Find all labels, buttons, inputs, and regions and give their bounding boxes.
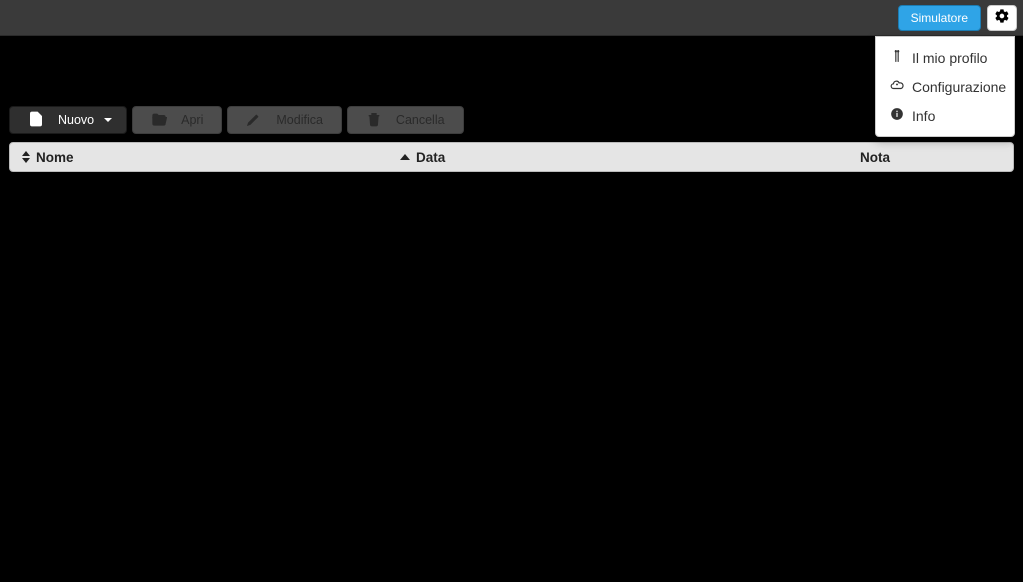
column-header-date[interactable]: Data (400, 150, 860, 165)
new-button-label: Nuovo (58, 113, 94, 127)
gears-icon (994, 8, 1010, 27)
column-header-label: Nota (860, 150, 890, 165)
column-header-label: Data (416, 150, 445, 165)
dropdown-item-label: Info (912, 108, 935, 124)
pencil-icon (246, 111, 262, 130)
spacer (0, 36, 1023, 96)
action-toolbar: Nuovo Apri Modifica Cancella (0, 96, 1023, 142)
dropdown-item-label: Il mio profilo (912, 50, 987, 66)
trash-icon (366, 111, 382, 130)
edit-button-label: Modifica (276, 113, 323, 127)
new-button[interactable]: Nuovo (9, 106, 127, 134)
delete-button[interactable]: Cancella (347, 106, 464, 134)
new-file-icon (28, 111, 44, 130)
table-header-row: Nome Data Nota (9, 142, 1014, 172)
table-body-empty (9, 172, 1014, 572)
delete-button-label: Cancella (396, 113, 445, 127)
column-header-label: Nome (36, 150, 74, 165)
top-bar: Simulatore (0, 0, 1023, 36)
sort-both-icon (22, 151, 30, 163)
settings-menu-button[interactable] (987, 5, 1017, 31)
dropdown-item-profile[interactable]: Il mio profilo (876, 43, 1014, 72)
column-header-note[interactable]: Nota (860, 150, 1013, 165)
open-button[interactable]: Apri (132, 106, 222, 134)
chevron-down-icon (104, 118, 112, 122)
dropdown-item-label: Configurazione (912, 79, 1006, 95)
simulator-button[interactable]: Simulatore (898, 5, 981, 31)
dropdown-item-info[interactable]: Info (876, 101, 1014, 130)
column-header-name[interactable]: Nome (10, 150, 400, 165)
profile-icon (890, 49, 904, 66)
settings-dropdown: Il mio profilo Configurazione Info (875, 36, 1015, 137)
info-icon (890, 107, 904, 124)
edit-button[interactable]: Modifica (227, 106, 342, 134)
open-button-label: Apri (181, 113, 203, 127)
cloud-config-icon (890, 78, 904, 95)
dropdown-item-config[interactable]: Configurazione (876, 72, 1014, 101)
folder-open-icon (151, 111, 167, 130)
sort-asc-icon (400, 154, 410, 160)
